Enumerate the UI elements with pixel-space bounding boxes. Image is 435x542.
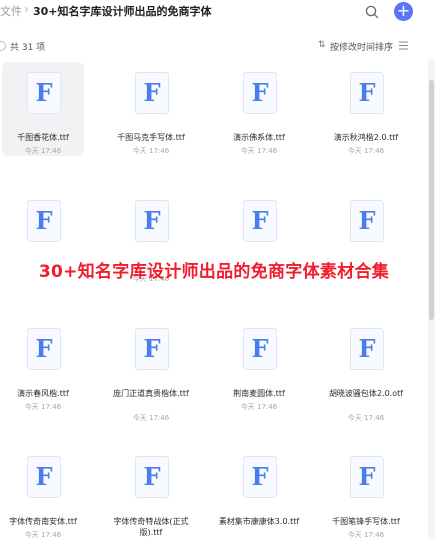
- font-file-icon: F: [350, 200, 384, 242]
- font-file-icon: F: [135, 200, 169, 242]
- file-item[interactable]: F 庞门正道真贵楷体.ttf 今天 17:46: [112, 314, 190, 422]
- file-name: 演示秋鸿楷2.0.ttf: [333, 133, 399, 142]
- file-item[interactable]: F 字体传奇南安体.ttf 今天 17:46: [4, 442, 82, 542]
- search-icon[interactable]: [364, 4, 380, 20]
- sort-dropdown[interactable]: 按修改时间排序: [330, 40, 393, 53]
- scrollbar-thumb[interactable]: [429, 80, 434, 320]
- breadcrumb-parent[interactable]: 文件: [0, 3, 22, 19]
- file-item[interactable]: F 演示春风楷.ttf 今天 17:46: [4, 314, 82, 414]
- file-date: 今天 17:46: [24, 147, 62, 155]
- file-item[interactable]: F 胡晓波骚包体2.0.otf 今天 17:46: [327, 314, 405, 422]
- font-file-icon: F: [350, 328, 384, 370]
- file-item[interactable]: F 字体传奇特战体(正式版).ttf: [112, 442, 190, 542]
- font-file-icon: F: [350, 456, 384, 498]
- file-date: 今天 17:46: [132, 147, 170, 155]
- font-file-icon: F: [243, 72, 277, 114]
- sort-icon[interactable]: ⇅: [318, 40, 326, 50]
- select-all-checkbox[interactable]: [0, 41, 6, 51]
- file-date: 今天 17:46: [132, 414, 170, 422]
- file-name: 演示春风楷.ttf: [17, 389, 69, 398]
- file-date: 今天 17:46: [240, 403, 278, 411]
- font-file-icon: F: [135, 328, 169, 370]
- file-item[interactable]: F 演示秋鸿楷2.0.ttf 今天 17:46: [327, 58, 405, 158]
- file-name: 荆南麦圆体.ttf: [233, 389, 285, 398]
- file-name: 千图笔锋手写体.ttf: [332, 517, 400, 526]
- file-name: 素材集市康康体3.0.ttf: [218, 517, 300, 526]
- file-date: 今天 17:46: [347, 147, 385, 155]
- font-file-icon: F: [243, 456, 277, 498]
- font-file-icon: F: [135, 456, 169, 498]
- file-name: 胡晓波骚包体2.0.otf: [328, 389, 404, 398]
- file-name: 庞门正道真贵楷体.ttf: [113, 389, 189, 398]
- file-grid: F 千图香花体.ttf 今天 17:46 F 千图马克手写体.ttf 今天 17:46 F 演…: [0, 58, 428, 539]
- font-file-icon: F: [350, 72, 384, 114]
- file-date: 今天 17:46: [347, 414, 385, 422]
- font-file-icon: F: [27, 456, 61, 498]
- file-name: 字体传奇南安体.ttf: [9, 517, 77, 526]
- file-item[interactable]: F 千图笔锋手写体.ttf 今天 17:46: [327, 442, 405, 542]
- font-file-icon: F: [243, 328, 277, 370]
- menu-icon[interactable]: [398, 40, 409, 51]
- file-name: 演示佛系体.ttf: [233, 133, 285, 142]
- file-item[interactable]: F 千图马克手写体.ttf 今天 17:46: [112, 58, 190, 158]
- font-file-icon: F: [27, 72, 61, 114]
- font-file-icon: F: [135, 72, 169, 114]
- font-file-icon: F: [243, 200, 277, 242]
- plus-icon: +: [396, 1, 411, 20]
- file-name: 千图马克手写体.ttf: [117, 133, 185, 142]
- breadcrumb-separator: ›: [24, 2, 29, 16]
- file-item[interactable]: F 荆南麦圆体.ttf 今天 17:46: [220, 314, 298, 414]
- top-bar: 文件 › 30+知名字库设计师出品的免商字体 +: [0, 0, 435, 26]
- font-file-icon: F: [27, 200, 61, 242]
- file-item[interactable]: F 演示佛系体.ttf 今天 17:46: [220, 58, 298, 158]
- page-title: 30+知名字库设计师出品的免商字体: [33, 5, 212, 18]
- scrollbar[interactable]: [428, 60, 435, 539]
- file-name: 千图香花体.ttf: [17, 133, 69, 142]
- file-item[interactable]: F 千图香花体.ttf 今天 17:46: [2, 58, 84, 158]
- font-file-icon: F: [27, 328, 61, 370]
- add-button[interactable]: +: [394, 2, 413, 21]
- watermark-overlay: 30+知名字库设计师出品的免商字体素材合集: [38, 262, 390, 282]
- file-date: 今天 17:46: [24, 403, 62, 411]
- list-toolbar: 共 31 项 ⇅ 按修改时间排序: [0, 38, 435, 56]
- file-item[interactable]: F 素材集市康康体3.0.ttf: [219, 442, 299, 542]
- file-date: 今天 17:46: [240, 147, 278, 155]
- file-name: 字体传奇特战体(正式版).ttf: [113, 517, 189, 537]
- item-count: 共 31 项: [10, 43, 46, 53]
